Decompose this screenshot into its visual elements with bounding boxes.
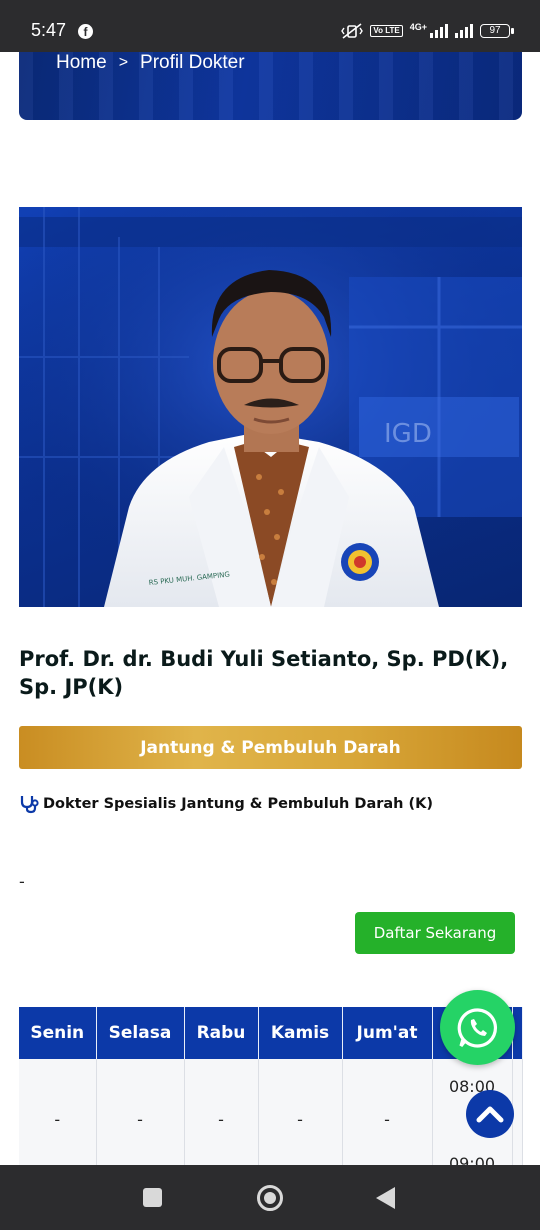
whatsapp-icon — [457, 1007, 497, 1048]
doctor-photo: IGD RS PKU MUH. GAMPING — [19, 207, 522, 607]
vibrate-mute-icon — [341, 23, 364, 39]
home-button[interactable] — [257, 1185, 283, 1211]
signal-icon-2 — [455, 24, 473, 38]
schedule-header-cell: Kamis — [258, 1007, 343, 1059]
schedule-header-cell: Jum'at — [342, 1007, 433, 1059]
chevron-up-icon — [476, 1106, 504, 1123]
breadcrumb: Home > Profil Dokter — [56, 52, 245, 74]
breadcrumb-current: Profil Dokter — [140, 52, 245, 73]
signal-icon — [430, 24, 448, 38]
status-time: 5:47 — [31, 20, 67, 40]
schedule-header-cell: Senin — [19, 1007, 97, 1059]
status-icons: Vo LTE 4G+ 97 — [341, 22, 514, 40]
schedule-cell: - — [96, 1059, 185, 1179]
specialist-title-text: Dokter Spesialis Jantung & Pembuluh Dara… — [43, 796, 434, 812]
chevron-right-icon: > — [118, 54, 129, 71]
doctor-portrait-illustration: IGD RS PKU MUH. GAMPING — [19, 207, 522, 607]
schedule-cell: - — [258, 1059, 343, 1179]
schedule-cell: - — [342, 1059, 433, 1179]
schedule-row: - - - - - 08:00 09:00 — [19, 1059, 523, 1179]
schedule-cell — [512, 1059, 523, 1179]
network-type: 4G+ — [409, 22, 427, 32]
status-bar: 5:47 f Vo LTE 4G+ 97 — [0, 0, 540, 52]
back-button[interactable] — [376, 1187, 395, 1209]
hero-banner: Home > Profil Dokter — [19, 52, 522, 120]
schedule-header-cell: Selasa — [96, 1007, 185, 1059]
scroll-to-top-button[interactable] — [466, 1090, 514, 1138]
specialty-badge: Jantung & Pembuluh Darah — [19, 726, 522, 769]
recent-apps-button[interactable] — [143, 1188, 162, 1207]
schedule-cell: - — [184, 1059, 259, 1179]
battery-icon: 97 — [480, 24, 514, 38]
navigation-bar — [0, 1165, 540, 1230]
breadcrumb-home-link[interactable]: Home — [56, 52, 107, 74]
schedule-header-cell: Rabu — [184, 1007, 259, 1059]
battery-level: 97 — [489, 25, 501, 36]
doctor-description: - — [19, 872, 25, 891]
whatsapp-button[interactable] — [440, 990, 515, 1065]
volte-badge: Vo LTE — [370, 25, 403, 37]
register-button[interactable]: Daftar Sekarang — [355, 912, 515, 954]
stethoscope-icon — [20, 796, 39, 814]
facebook-icon: f — [78, 24, 93, 39]
igd-sign-text: IGD — [384, 419, 432, 449]
specialist-title: Dokter Spesialis Jantung & Pembuluh Dara… — [19, 794, 433, 814]
doctor-name: Prof. Dr. dr. Budi Yuli Setianto, Sp. PD… — [19, 647, 509, 699]
schedule-cell: - — [19, 1059, 97, 1179]
